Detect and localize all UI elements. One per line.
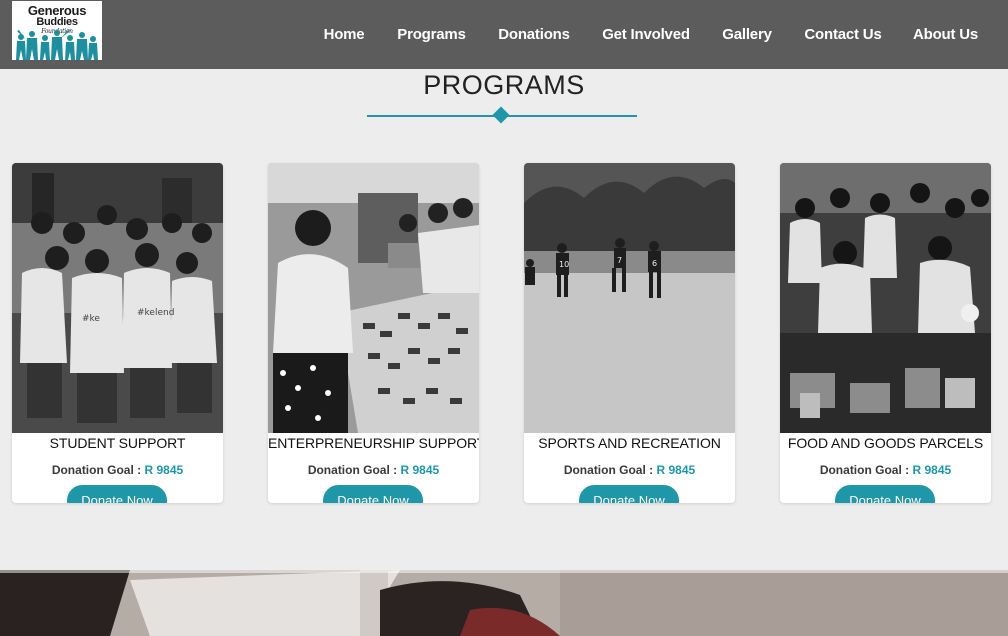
nav-donations[interactable]: Donations bbox=[497, 25, 571, 45]
program-card-student-support: #ke #kelend STUDENT SUPPORT Donation Goa… bbox=[12, 163, 223, 503]
donate-now-button[interactable]: Donate Now bbox=[579, 485, 679, 503]
card-title: FOOD AND GOODS PARCELS bbox=[787, 435, 984, 451]
nav-about-us[interactable]: About Us bbox=[913, 25, 978, 45]
nav-programs[interactable]: Programs bbox=[396, 25, 467, 45]
title-divider-right bbox=[507, 115, 637, 117]
goal-amount: R 9845 bbox=[400, 463, 440, 477]
nav-gallery[interactable]: Gallery bbox=[721, 25, 773, 45]
card-title: STUDENT SUPPORT bbox=[49, 435, 186, 451]
goal-label: Donation Goal : bbox=[51, 463, 142, 477]
goal-label: Donation Goal : bbox=[563, 463, 654, 477]
donation-goal: Donation Goal : R 9845 bbox=[12, 463, 223, 477]
program-card-entrepreneurship-support: ENTERPRENEURSHIP SUPPORT Donation Goal :… bbox=[268, 163, 479, 503]
svg-text:#kelend: #kelend bbox=[137, 308, 174, 318]
nav-get-involved[interactable]: Get Involved bbox=[601, 25, 691, 45]
goal-label: Donation Goal : bbox=[307, 463, 398, 477]
svg-text:#ke: #ke bbox=[82, 314, 100, 324]
svg-text:7: 7 bbox=[617, 256, 622, 265]
program-card-sports-and-recreation: 10 7 6 SPORTS AND RECREATION Donation Go… bbox=[524, 163, 735, 503]
donation-goal: Donation Goal : R 9845 bbox=[780, 463, 991, 477]
section-title: PROGRAMS bbox=[423, 70, 585, 100]
main-nav: Home Programs Donations Get Involved Gal… bbox=[0, 0, 1008, 69]
site-header: Generous Buddies Foundation Home Program… bbox=[0, 0, 1008, 69]
woman-at-sweets-table-photo bbox=[268, 163, 479, 433]
donation-goal: Donation Goal : R 9845 bbox=[268, 463, 479, 477]
banner-photo bbox=[0, 570, 1008, 636]
svg-text:10: 10 bbox=[559, 260, 569, 269]
diamond-ornament-icon bbox=[492, 106, 510, 124]
group-of-students-photo: #ke #kelend bbox=[12, 163, 223, 433]
donate-now-button[interactable]: Donate Now bbox=[323, 485, 423, 503]
goal-amount: R 9845 bbox=[656, 463, 696, 477]
donate-now-button[interactable]: Donate Now bbox=[835, 485, 935, 503]
donate-now-button[interactable]: Donate Now bbox=[67, 485, 167, 503]
title-divider-left bbox=[367, 115, 497, 117]
card-title: SPORTS AND RECREATION bbox=[538, 435, 721, 451]
goal-label: Donation Goal : bbox=[819, 463, 910, 477]
program-card-food-and-goods-parcels: FOOD AND GOODS PARCELS Donation Goal : R… bbox=[780, 163, 991, 503]
goal-amount: R 9845 bbox=[912, 463, 952, 477]
soccer-match-photo: 10 7 6 bbox=[524, 163, 735, 433]
goal-amount: R 9845 bbox=[144, 463, 184, 477]
nav-contact-us[interactable]: Contact Us bbox=[803, 25, 883, 45]
card-title: ENTERPRENEURSHIP SUPPORT bbox=[268, 435, 479, 451]
svg-text:6: 6 bbox=[652, 259, 657, 268]
group-with-parcels-photo bbox=[780, 163, 991, 433]
donation-goal: Donation Goal : R 9845 bbox=[524, 463, 735, 477]
nav-home[interactable]: Home bbox=[322, 25, 366, 45]
